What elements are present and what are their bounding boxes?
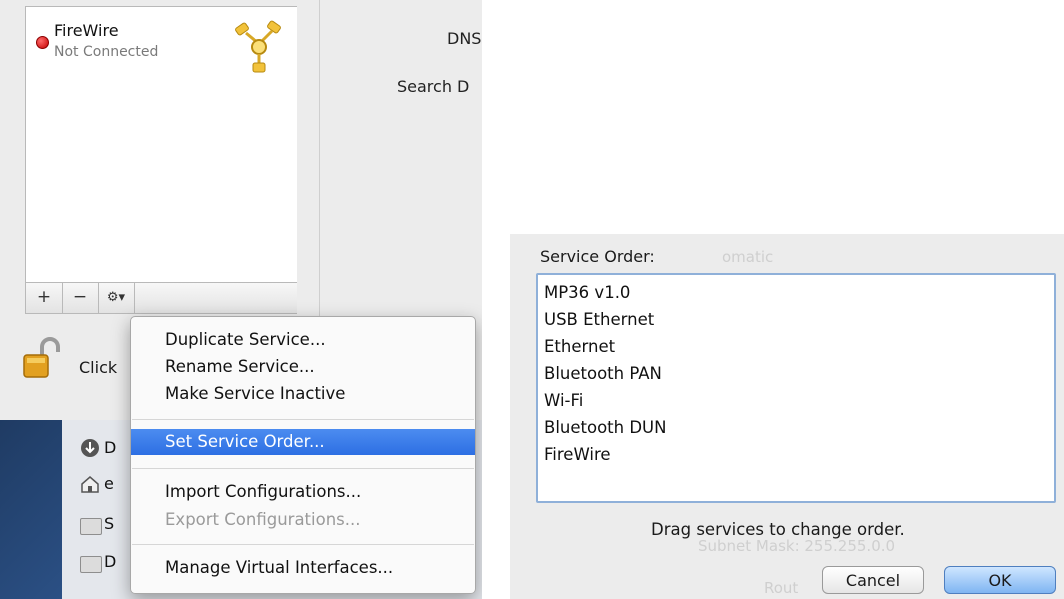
- sidebar-item-home[interactable]: e: [104, 474, 114, 493]
- list-item[interactable]: MP36 v1.0: [544, 283, 630, 302]
- list-item[interactable]: FireWire: [544, 445, 611, 464]
- network-preferences-panel: FireWire Not Connected + − ⚙▾ DNS Search…: [0, 0, 482, 599]
- unlocked-padlock-icon[interactable]: [22, 336, 64, 380]
- drag-hint-text: Drag services to change order.: [651, 520, 905, 539]
- menu-item-set-service-order[interactable]: Set Service Order...: [131, 429, 475, 455]
- service-list[interactable]: FireWire Not Connected: [25, 6, 299, 283]
- search-domains-label: Search D: [397, 77, 470, 96]
- menu-separator: [132, 544, 474, 545]
- menu-separator: [132, 468, 474, 469]
- background-subnet-text: Subnet Mask: 255.255.0.0: [698, 537, 896, 555]
- menu-item-import-configurations[interactable]: Import Configurations...: [131, 479, 475, 505]
- list-item[interactable]: USB Ethernet: [544, 310, 654, 329]
- service-name: FireWire: [54, 21, 119, 40]
- home-icon: [81, 476, 99, 493]
- menu-item-make-service-inactive[interactable]: Make Service Inactive: [131, 381, 475, 407]
- service-order-title: Service Order:: [540, 247, 655, 266]
- lock-hint-text: Click: [79, 358, 118, 377]
- menu-item-duplicate-service[interactable]: Duplicate Service...: [131, 327, 475, 353]
- background-router-text: Rout: [764, 579, 799, 597]
- service-detail-pane: DNS Search D: [319, 0, 482, 316]
- service-order-list[interactable]: MP36 v1.0 USB Ethernet Ethernet Bluetoot…: [536, 273, 1056, 503]
- sidebar-item-folder[interactable]: D: [104, 552, 116, 571]
- menu-item-manage-virtual-interfaces[interactable]: Manage Virtual Interfaces...: [131, 555, 475, 581]
- sidebar-item-folder[interactable]: S: [104, 514, 114, 533]
- folder-icon: [80, 556, 102, 573]
- sidebar-item-downloads[interactable]: D: [104, 438, 116, 457]
- downloads-icon: [81, 439, 99, 457]
- firewire-icon: [235, 20, 281, 73]
- service-status: Not Connected: [54, 44, 159, 60]
- add-service-button[interactable]: +: [26, 283, 63, 313]
- cancel-button[interactable]: Cancel: [822, 566, 924, 594]
- background-config-text: omatic: [722, 248, 774, 266]
- list-item[interactable]: Bluetooth DUN: [544, 418, 666, 437]
- action-menu-button[interactable]: ⚙▾: [98, 283, 135, 313]
- remove-service-button[interactable]: −: [62, 283, 99, 313]
- menu-separator: [132, 419, 474, 420]
- dns-label: DNS: [447, 29, 482, 48]
- list-item[interactable]: Wi-Fi: [544, 391, 583, 410]
- split-divider[interactable]: [297, 0, 319, 316]
- service-action-menu: Duplicate Service... Rename Service... M…: [130, 316, 476, 594]
- menu-item-export-configurations: Export Configurations...: [165, 510, 361, 529]
- status-dot-icon: [36, 36, 49, 49]
- menu-item-rename-service[interactable]: Rename Service...: [131, 354, 475, 380]
- ok-button[interactable]: OK: [944, 566, 1056, 594]
- service-list-toolbar: + − ⚙▾: [25, 282, 299, 314]
- list-item[interactable]: Ethernet: [544, 337, 615, 356]
- list-item[interactable]: Bluetooth PAN: [544, 364, 662, 383]
- folder-icon: [80, 518, 102, 535]
